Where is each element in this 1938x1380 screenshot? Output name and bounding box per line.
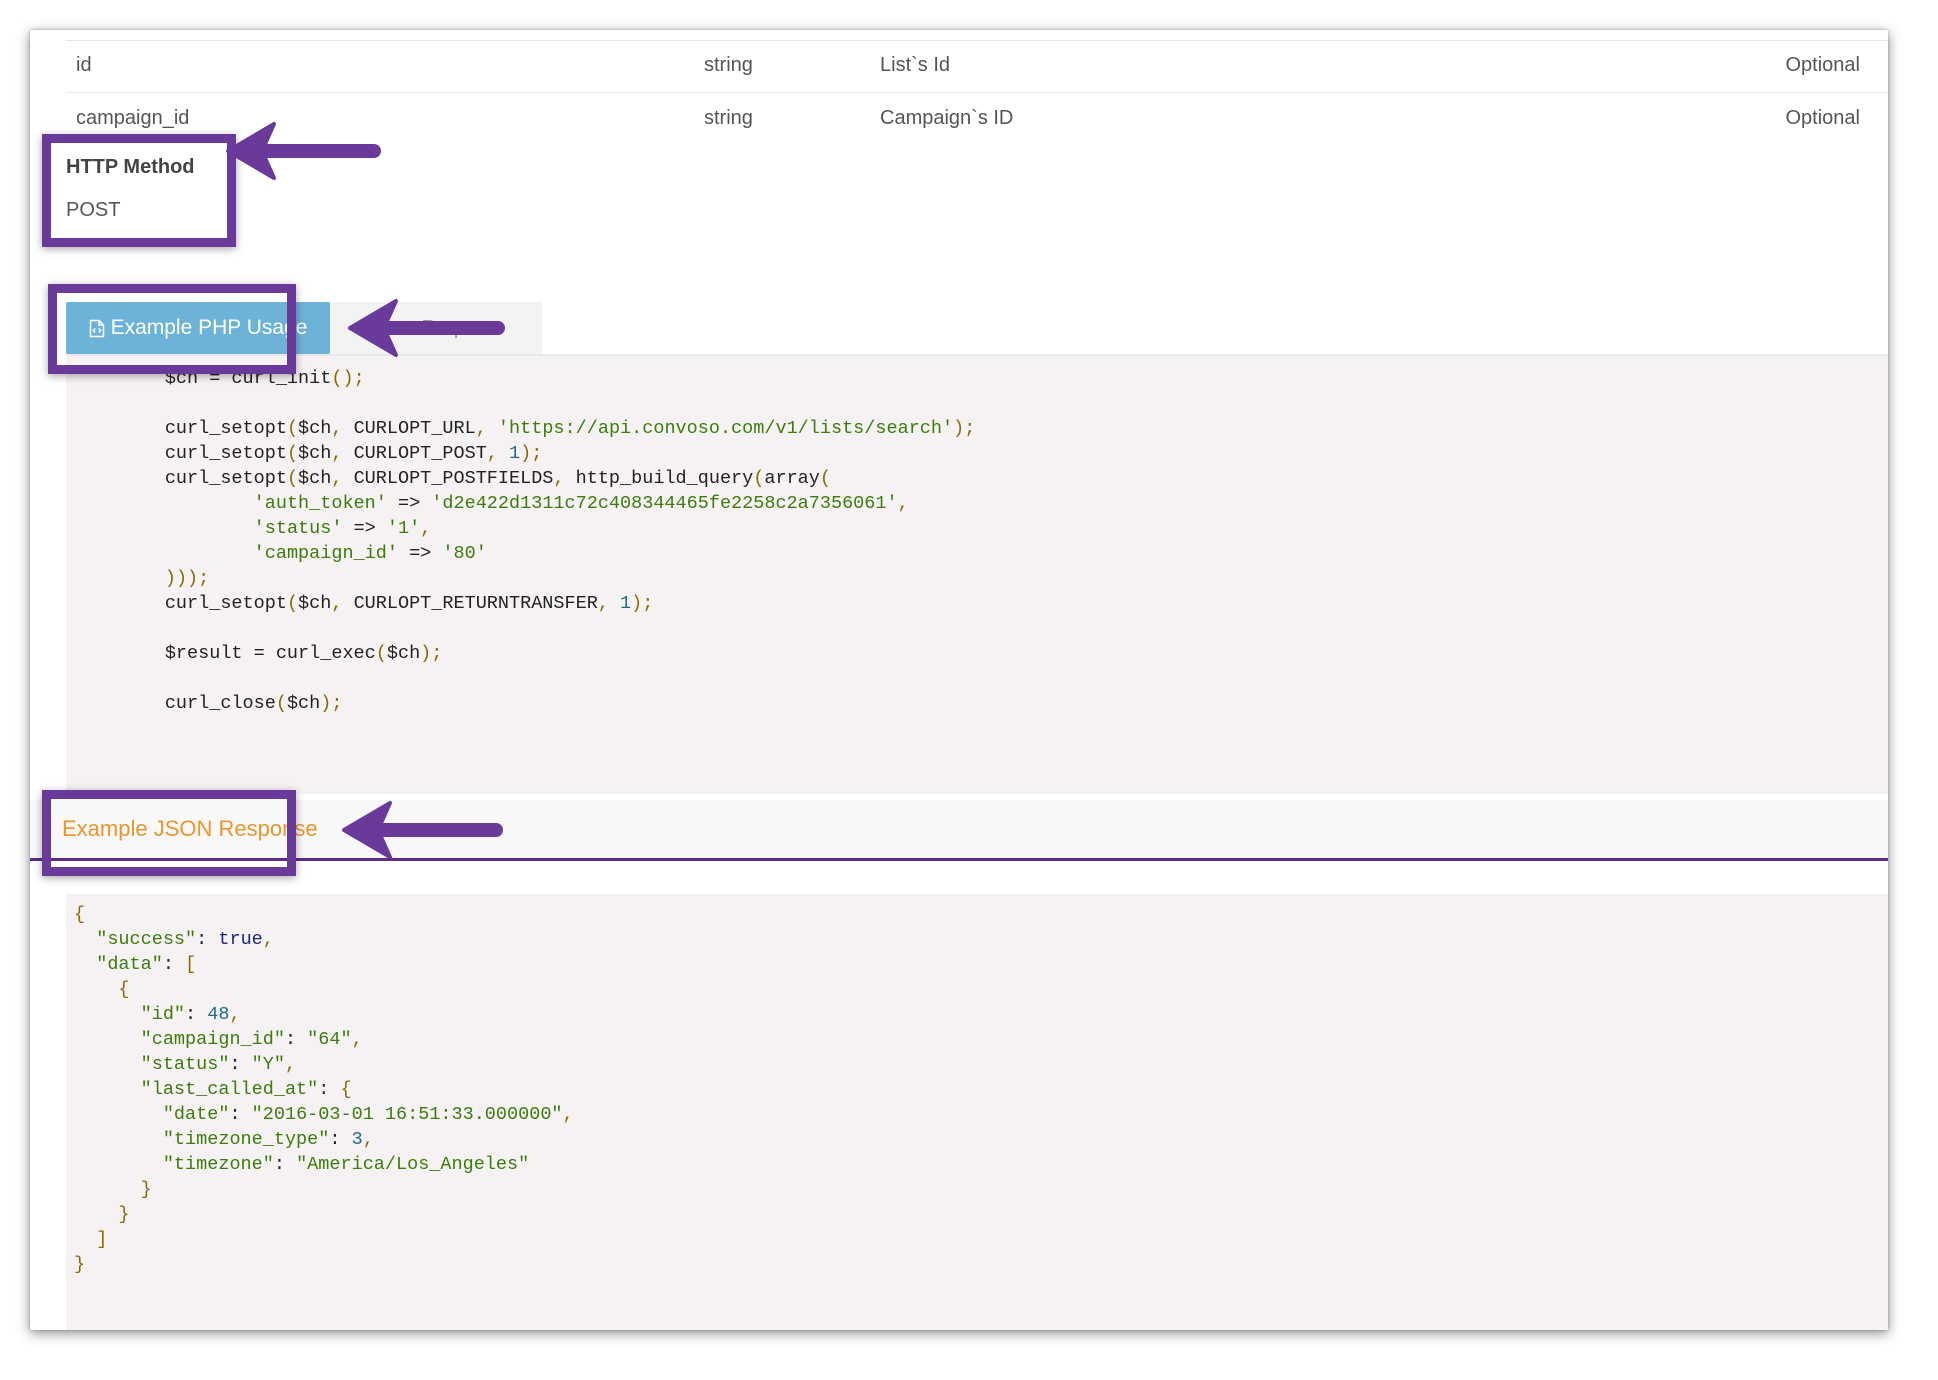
arrow-icon: [226, 122, 381, 180]
arrow-icon: [348, 299, 505, 357]
documentation-page: id string List`s Id Optional campaign_id…: [30, 30, 1888, 1330]
arrow-icon: [342, 801, 503, 859]
annotation-arrows: [226, 122, 505, 859]
